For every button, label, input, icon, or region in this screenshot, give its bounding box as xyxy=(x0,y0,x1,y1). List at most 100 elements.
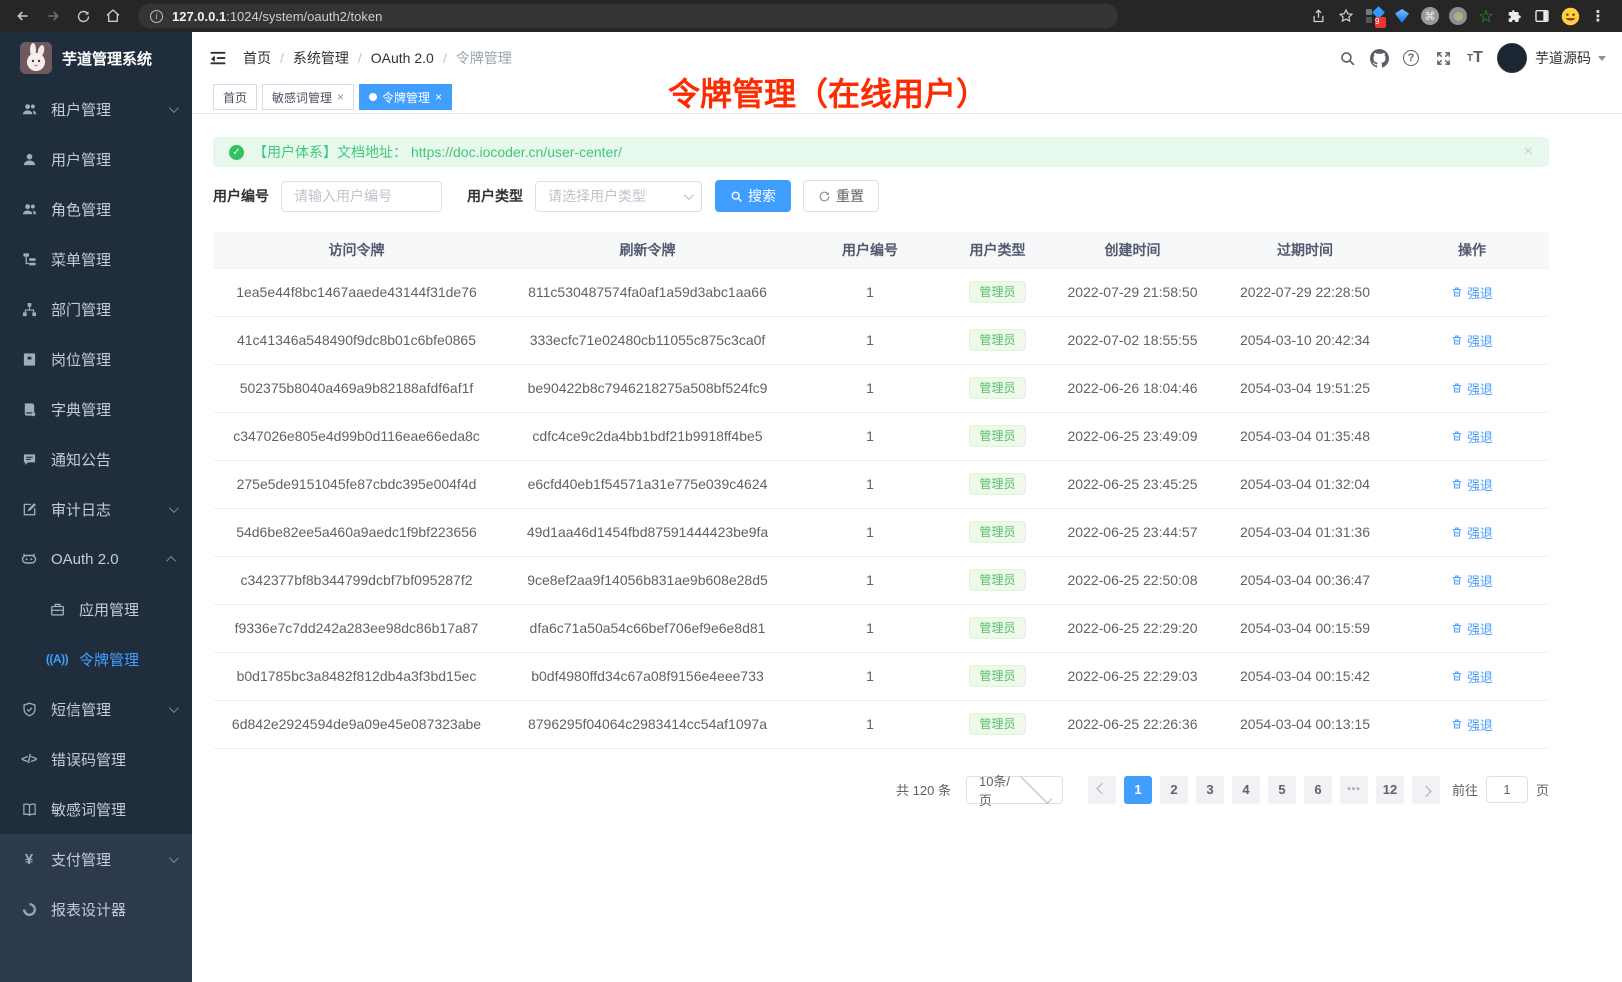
sidebar-item-tenant[interactable]: 租户管理 xyxy=(0,84,192,134)
col-created: 创建时间 xyxy=(1050,232,1215,268)
back-icon[interactable] xyxy=(10,3,36,29)
expire-time-cell: 2054-03-04 01:31:36 xyxy=(1215,508,1395,556)
sidebar-item-pay[interactable]: ¥ 支付管理 xyxy=(0,834,192,884)
sidebar-item-post[interactable]: 岗位管理 xyxy=(0,334,192,384)
page-button-2[interactable]: 2 xyxy=(1160,776,1188,804)
more-pages-button[interactable]: ••• xyxy=(1340,776,1368,804)
sidebar-menu: 租户管理 用户管理 角色管理 菜单管理 部门管理 xyxy=(0,84,192,834)
breadcrumb-home[interactable]: 首页 xyxy=(243,48,271,68)
sidebar-item-user[interactable]: 用户管理 xyxy=(0,134,192,184)
page-button-4[interactable]: 4 xyxy=(1232,776,1260,804)
page-size-select[interactable]: 10条/页 xyxy=(966,776,1063,804)
sidebar-item-dict[interactable]: 字典管理 xyxy=(0,384,192,434)
page-button-5[interactable]: 5 xyxy=(1268,776,1296,804)
user-type-label: 用户类型 xyxy=(467,186,523,206)
app-logo[interactable]: 芋道管理系统 xyxy=(0,32,192,84)
sidebar-item-report[interactable]: 报表设计器 xyxy=(0,884,192,934)
force-logout-link[interactable]: 强退 xyxy=(1451,667,1493,686)
user-type-badge: 管理员 xyxy=(969,377,1025,399)
tab-sensitive[interactable]: 敏感词管理× xyxy=(262,84,354,110)
forward-icon[interactable] xyxy=(40,3,66,29)
sidebar-item-menu[interactable]: 菜单管理 xyxy=(0,234,192,284)
token-icon: ((A)) xyxy=(48,652,66,666)
chevron-down-icon[interactable] xyxy=(1598,56,1606,61)
breadcrumb-oauth[interactable]: OAuth 2.0 xyxy=(371,50,434,66)
force-logout-link[interactable]: 强退 xyxy=(1451,379,1493,398)
close-icon[interactable]: × xyxy=(435,90,442,104)
collapse-sidebar-icon[interactable] xyxy=(208,48,228,68)
star-extension-icon[interactable]: ☆ xyxy=(1472,3,1500,29)
action-cell: 强退 xyxy=(1395,652,1549,700)
site-info-icon[interactable]: i xyxy=(150,10,163,23)
font-size-icon[interactable]: TT xyxy=(1459,42,1491,74)
url-text: 127.0.0.1:1024/system/oauth2/token xyxy=(172,9,382,24)
page-button-3[interactable]: 3 xyxy=(1196,776,1224,804)
sidebar-item-errcode[interactable]: </> 错误码管理 xyxy=(0,734,192,784)
reset-button[interactable]: 重置 xyxy=(803,180,879,212)
user-avatar[interactable] xyxy=(1497,43,1527,73)
close-icon[interactable]: × xyxy=(337,90,344,104)
sidebar-item-audit[interactable]: 审计日志 xyxy=(0,484,192,534)
sidebar-item-oauth[interactable]: OAuth 2.0 xyxy=(0,534,192,584)
fullscreen-icon[interactable] xyxy=(1427,42,1459,74)
search-icon[interactable] xyxy=(1331,42,1363,74)
help-icon[interactable]: ? xyxy=(1395,42,1427,74)
address-bar[interactable]: i 127.0.0.1:1024/system/oauth2/token xyxy=(138,4,1118,28)
command-extension-icon[interactable]: ⌘ xyxy=(1416,3,1444,29)
breadcrumb-system[interactable]: 系统管理 xyxy=(293,48,349,68)
success-alert: ✓ 【用户体系】文档地址： https://doc.iocoder.cn/use… xyxy=(213,137,1549,167)
share-icon[interactable] xyxy=(1304,3,1332,29)
sidebar-item-oauth-app[interactable]: 应用管理 xyxy=(0,584,192,634)
access-token-cell: 6d842e2924594de9a09e45e087323abe xyxy=(213,700,500,748)
search-button[interactable]: 搜索 xyxy=(715,180,791,212)
user-id-input[interactable] xyxy=(281,181,442,212)
access-token-cell: 1ea5e44f8bc1467aaede43144f31de76 xyxy=(213,268,500,316)
browser-menu-icon[interactable]: ⋮ xyxy=(1584,3,1612,29)
home-icon[interactable] xyxy=(100,3,126,29)
sidebar-item-role[interactable]: 角色管理 xyxy=(0,184,192,234)
force-logout-link[interactable]: 强退 xyxy=(1451,283,1493,302)
user-type-select[interactable]: 请选择用户类型 xyxy=(535,181,702,212)
puzzle-extension-icon[interactable] xyxy=(1500,3,1528,29)
reload-icon[interactable] xyxy=(70,3,96,29)
force-logout-link[interactable]: 强退 xyxy=(1451,619,1493,638)
tab-token[interactable]: 令牌管理× xyxy=(359,84,452,110)
sidebar-item-sensitive[interactable]: 敏感词管理 xyxy=(0,784,192,834)
page-button-12[interactable]: 12 xyxy=(1376,776,1404,804)
extension-badge: 9 xyxy=(1375,17,1386,28)
force-logout-link[interactable]: 强退 xyxy=(1451,523,1493,542)
expire-time-cell: 2054-03-04 19:51:25 xyxy=(1215,364,1395,412)
prev-page-button[interactable] xyxy=(1088,776,1116,804)
tab-home[interactable]: 首页 xyxy=(213,84,257,110)
created-time-cell: 2022-06-25 23:45:25 xyxy=(1050,460,1215,508)
sidebar-item-notice[interactable]: 通知公告 xyxy=(0,434,192,484)
sidebar-item-oauth-token[interactable]: ((A)) 令牌管理 xyxy=(0,634,192,684)
force-logout-link[interactable]: 强退 xyxy=(1451,427,1493,446)
next-page-button[interactable] xyxy=(1412,776,1440,804)
force-logout-link[interactable]: 强退 xyxy=(1451,715,1493,734)
sidebar-item-sms[interactable]: 短信管理 xyxy=(0,684,192,734)
action-cell: 强退 xyxy=(1395,364,1549,412)
page-button-6[interactable]: 6 xyxy=(1304,776,1332,804)
user-id-cell: 1 xyxy=(795,412,945,460)
action-cell: 强退 xyxy=(1395,604,1549,652)
alert-doc-link[interactable]: https://doc.iocoder.cn/user-center/ xyxy=(411,144,622,160)
github-icon[interactable] xyxy=(1363,42,1395,74)
refresh-token-cell: 8796295f04064c2983414cc54af1097a xyxy=(500,700,795,748)
recorder-extension-icon[interactable] xyxy=(1444,3,1472,29)
user-name[interactable]: 芋道源码 xyxy=(1535,48,1591,68)
chevron-down-icon xyxy=(684,190,694,200)
force-logout-link[interactable]: 强退 xyxy=(1451,571,1493,590)
force-logout-link[interactable]: 强退 xyxy=(1451,475,1493,494)
user-icon xyxy=(20,152,38,167)
bookmark-star-icon[interactable] xyxy=(1332,3,1360,29)
force-logout-link[interactable]: 强退 xyxy=(1451,331,1493,350)
sidebar-item-dept[interactable]: 部门管理 xyxy=(0,284,192,334)
page-button-1[interactable]: 1 xyxy=(1124,776,1152,804)
extension-blocks-icon[interactable]: 9 xyxy=(1360,3,1388,29)
sidebar-toggle-icon[interactable] xyxy=(1528,3,1556,29)
alert-close-icon[interactable]: × xyxy=(1524,143,1533,161)
gem-extension-icon[interactable] xyxy=(1388,3,1416,29)
profile-emoji-icon[interactable] xyxy=(1556,3,1584,29)
goto-page-input[interactable] xyxy=(1486,776,1528,803)
